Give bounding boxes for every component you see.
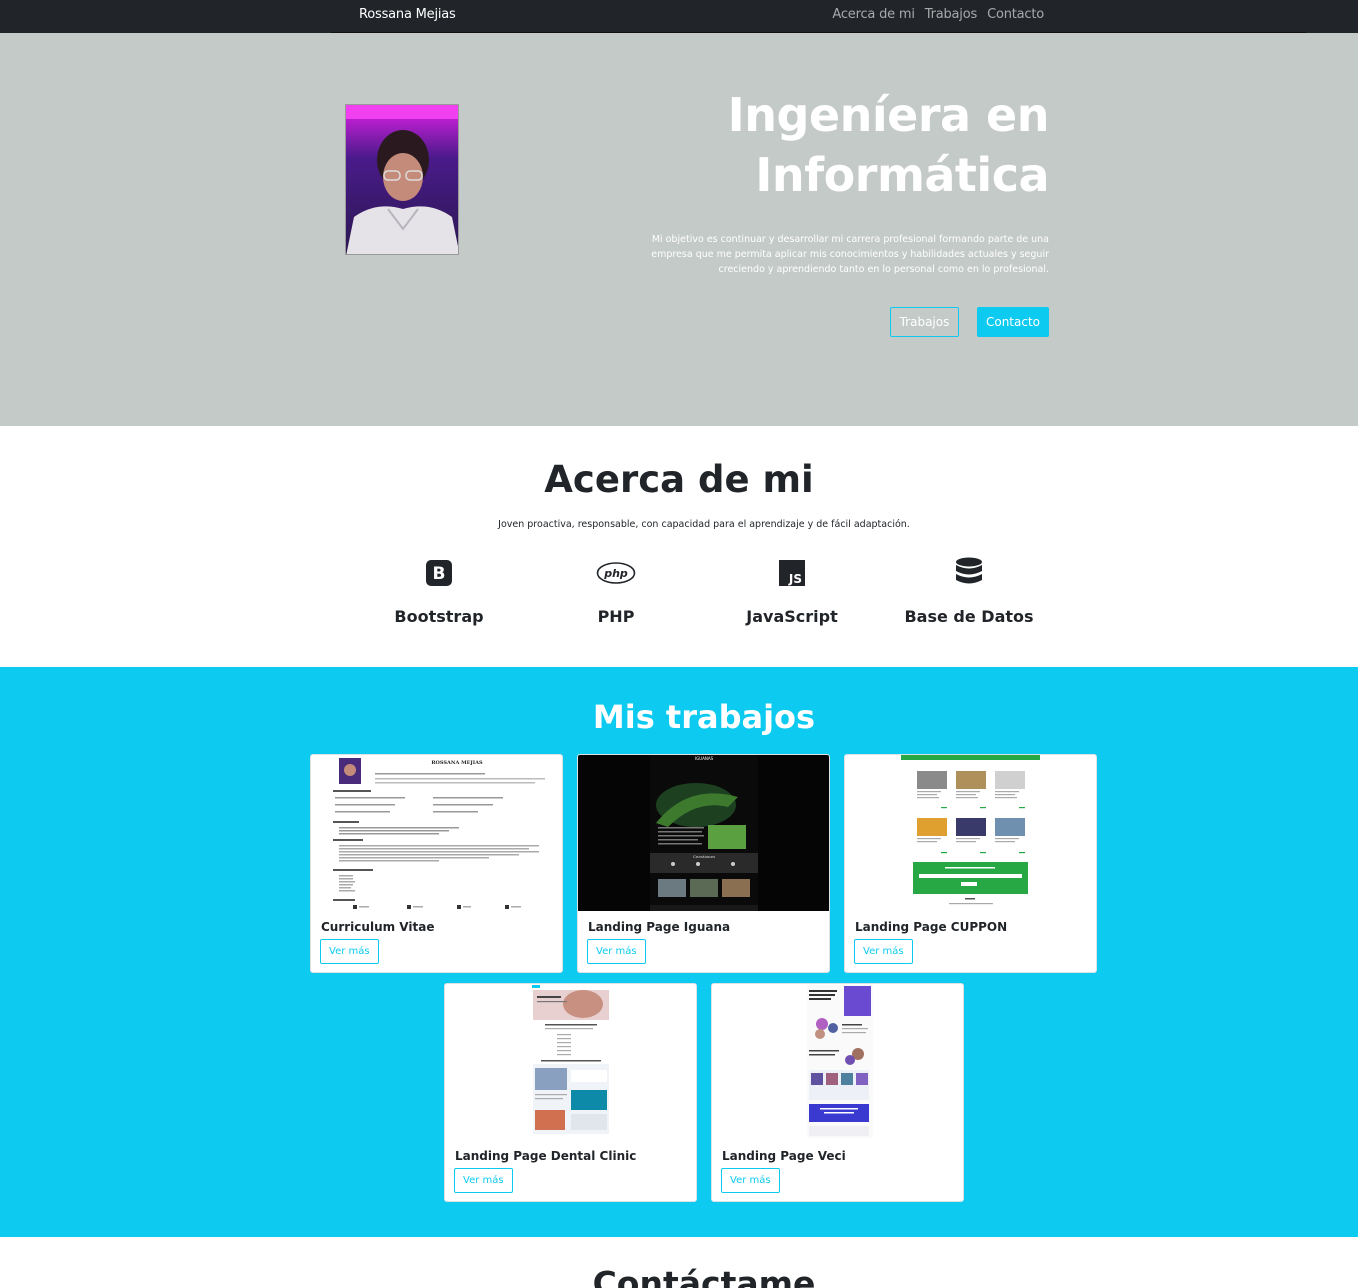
work-thumbnail-cv[interactable]: ROSSANA MEJIAS [311,755,562,911]
cv-thumb-name: ROSSANA MEJIAS [431,760,483,766]
svg-text:JS: JS [788,572,802,586]
work-card-cv: ROSSANA MEJIAS Curriculum Vitae Ver más [310,754,563,973]
hero-title-line1: Ingeníera en [727,88,1050,142]
navbar-container: Rossana Mejias Acerca de mi Trabajos Con… [331,0,1306,33]
iguana-thumb-brand: IGUANAS [695,756,714,761]
view-more-button[interactable]: Ver más [320,939,379,964]
work-card-title: Landing Page Veci [722,1149,846,1163]
work-thumbnail-cuppon[interactable] [845,755,1096,911]
skill-bootstrap: B Bootstrap [349,555,529,626]
skill-label: JavaScript [746,607,838,626]
hero-text: Mi objetivo es continuar y desarrollar m… [651,234,1049,275]
view-more-button[interactable]: Ver más [454,1168,513,1193]
works-button[interactable]: Trabajos [890,307,959,337]
work-card-dental: Landing Page Dental Clinic Ver más [444,983,697,1202]
works-title: Mis trabajos [592,698,816,736]
contact-button[interactable]: Contacto [977,307,1049,337]
view-more-button[interactable]: Ver más [854,939,913,964]
skill-javascript: JS JavaScript [702,555,882,626]
work-card-title: Curriculum Vitae [321,920,435,934]
profile-photo [345,104,459,255]
bootstrap-icon: B [349,555,529,591]
work-thumbnail-iguana[interactable]: IGUANAS Cuestiones [578,755,829,911]
php-icon: php [526,555,706,591]
hero-section: Ingeníera en Informática Mi objetivo es … [0,33,1358,426]
work-card-title: Landing Page Iguana [588,920,731,934]
about-title: Acerca de mi [544,458,814,501]
javascript-icon: JS [702,555,882,591]
svg-text:php: php [603,567,628,580]
work-thumbnail-dental[interactable] [445,984,696,1140]
work-thumbnail-veci[interactable] [712,984,963,1140]
nav-link-contacto[interactable]: Contacto [987,7,1044,22]
view-more-button[interactable]: Ver más [721,1168,780,1193]
nav-links: Acerca de mi Trabajos Contacto [832,7,1044,22]
work-card-iguana: IGUANAS Cuestiones Landing Page Iguana V… [577,754,830,973]
nav-link-acerca[interactable]: Acerca de mi [832,7,915,22]
skill-label: Bootstrap [394,607,484,626]
iguana-thumb-section: Cuestiones [693,854,715,859]
hero-title: Ingeníera en Informática [529,85,1050,205]
contact-title: Contáctame [592,1264,816,1288]
works-section: Mis trabajos ROSSANA MEJIAS Curriculum V… [0,667,1358,1237]
skill-php: php PHP [526,555,706,626]
about-text: Joven proactiva, responsable, con capaci… [498,519,910,530]
database-icon [879,555,1059,591]
view-more-button[interactable]: Ver más [587,939,646,964]
work-card-veci: Landing Page Veci Ver más [711,983,964,1202]
hero-title-line2: Informática [755,148,1049,202]
navbar-brand[interactable]: Rossana Mejias [359,7,456,22]
work-card-title: Landing Page Dental Clinic [455,1149,637,1163]
work-card-title: Landing Page CUPPON [855,920,1008,934]
skill-label: Base de Datos [904,607,1034,626]
nav-link-trabajos[interactable]: Trabajos [925,7,978,22]
skill-database: Base de Datos [879,555,1059,626]
navbar: Rossana Mejias Acerca de mi Trabajos Con… [0,0,1358,33]
work-card-cuppon: Landing Page CUPPON Ver más [844,754,1097,973]
svg-text:B: B [433,564,446,584]
skill-label: PHP [597,607,635,626]
